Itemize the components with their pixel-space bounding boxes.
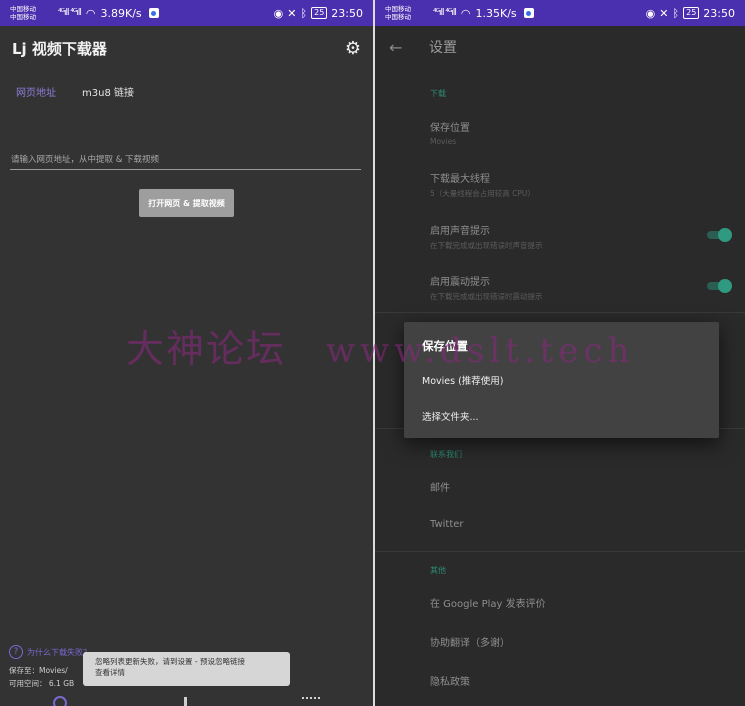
status-bar: 中国移动 中国移动 ⁴ᴳıll ⁴ᴳıll ◠ 1.35K/s ◉ ✕ ᛒ 25…	[375, 0, 745, 26]
pref-title: 下载最大线程	[430, 174, 490, 185]
pref-summary: 5（大量线程会占用较高 CPU）	[430, 189, 535, 198]
pref-email[interactable]: 邮件	[430, 479, 450, 494]
save-location-dialog: 保存位置 Movies (推荐使用) 选择文件夹...	[404, 322, 719, 438]
nav-help-icon[interactable]	[53, 696, 67, 706]
bluetooth-icon: ᛒ	[300, 6, 308, 20]
toast-line-1: 忽略列表更新失败，请到设置 - 预设忽略链接	[95, 657, 245, 666]
pref-summary: 在下载完成或出现错误时震动提示	[430, 292, 543, 301]
url-input[interactable]	[10, 150, 361, 170]
carrier-2: 中国移动	[10, 13, 36, 21]
signal-icon: ⁴ᴳıll ⁴ᴳıll	[433, 8, 457, 18]
back-arrow-icon[interactable]: ←	[389, 38, 429, 57]
app-bar: Lj 视频下载器 ⚙	[0, 26, 373, 70]
downloader-screen: 中国移动 中国移动 ⁴ᴳıll ⁴ᴳıll ◠ 3.89K/s ◉ ✕ ᛒ 25…	[0, 0, 373, 706]
pref-privacy-policy[interactable]: 隐私政策	[430, 673, 470, 688]
status-right: ◉ ✕ ᛒ 25 23:50	[274, 7, 363, 20]
tab-m3u8-link[interactable]: m3u8 链接	[76, 80, 140, 103]
carrier-info: 中国移动 中国移动	[385, 5, 429, 21]
pref-title: Twitter	[430, 519, 464, 530]
sound-toggle[interactable]	[707, 228, 732, 242]
notification-icon	[148, 8, 159, 18]
battery-icon: 25	[311, 7, 328, 19]
settings-title: 设置	[429, 40, 457, 56]
pref-title: 启用震动提示	[430, 277, 490, 288]
pref-translate[interactable]: 协助翻译（多谢）	[430, 634, 510, 649]
pref-title: 隐私政策	[430, 677, 470, 688]
battery-icon: 25	[683, 7, 700, 19]
save-path: 保存至：Movies/	[9, 666, 68, 675]
help-link-text: 为什么下载失败？	[27, 647, 91, 657]
pref-rate-google-play[interactable]: 在 Google Play 发表评价	[430, 595, 546, 610]
notification-icon	[523, 8, 534, 18]
carrier-1: 中国移动	[10, 5, 36, 13]
tab-web-address[interactable]: 网页地址	[10, 80, 62, 103]
pref-twitter[interactable]: Twitter	[430, 519, 464, 530]
dialog-title: 保存位置	[422, 339, 468, 353]
status-right: ◉ ✕ ᛒ 25 23:50	[646, 7, 735, 20]
help-link[interactable]: ? 为什么下载失败？	[9, 645, 91, 659]
wifi-icon: ◠	[460, 6, 471, 20]
pref-title: 保存位置	[430, 123, 470, 134]
app-title: Lj 视频下载器	[12, 39, 107, 58]
toast-line-2: 查看详情	[95, 668, 125, 677]
eye-icon: ◉	[645, 6, 656, 20]
pref-summary: 在下载完成或出现错误时声音提示	[430, 241, 543, 250]
gear-icon[interactable]: ⚙	[345, 38, 361, 59]
pref-max-threads[interactable]: 下载最大线程 5（大量线程会占用较高 CPU）	[430, 170, 535, 199]
pref-save-location[interactable]: 保存位置 Movies	[430, 119, 470, 146]
pref-title: 邮件	[430, 483, 450, 494]
section-contact: 联系我们	[430, 450, 462, 459]
pref-title: 在 Google Play 发表评价	[430, 599, 546, 610]
settings-app-bar: ← 设置	[375, 26, 745, 68]
network-speed: 1.35K/s	[475, 6, 517, 20]
time: 23:50	[703, 6, 735, 20]
eye-icon: ◉	[273, 6, 284, 20]
mute-icon: ✕	[659, 6, 669, 20]
nav-download-icon[interactable]	[184, 697, 187, 706]
option-movies[interactable]: Movies (推荐使用)	[422, 373, 504, 387]
pref-title: 启用声音提示	[430, 226, 490, 237]
pref-title: 协助翻译（多谢）	[430, 638, 510, 649]
section-download: 下载	[430, 89, 446, 98]
toast-message: 忽略列表更新失败，请到设置 - 预设忽略链接 查看详情	[83, 652, 290, 686]
settings-screen: 中国移动 中国移动 ⁴ᴳıll ⁴ᴳıll ◠ 1.35K/s ◉ ✕ ᛒ 25…	[375, 0, 745, 706]
carrier-1: 中国移动	[385, 5, 411, 13]
open-extract-button[interactable]: 打开网页 & 提取视频	[139, 189, 234, 217]
vibrate-toggle[interactable]	[707, 279, 732, 293]
bluetooth-icon: ᛒ	[672, 6, 680, 20]
network-speed: 3.89K/s	[100, 6, 142, 20]
carrier-info: 中国移动 中国移动	[10, 5, 54, 21]
option-choose-folder[interactable]: 选择文件夹...	[422, 409, 479, 423]
nav-list-icon[interactable]	[302, 697, 320, 703]
bottom-navigation	[0, 696, 373, 706]
pref-summary: Movies	[430, 137, 457, 146]
storage-info: 保存至：Movies/ 可用空间： 6.1 GB	[9, 664, 74, 690]
wifi-icon: ◠	[85, 6, 96, 20]
section-divider	[375, 312, 745, 313]
time: 23:50	[331, 6, 363, 20]
signal-icon: ⁴ᴳıll ⁴ᴳıll	[58, 8, 82, 18]
carrier-2: 中国移动	[385, 13, 411, 21]
question-icon: ?	[9, 645, 23, 659]
section-divider	[375, 551, 745, 552]
status-bar: 中国移动 中国移动 ⁴ᴳıll ⁴ᴳıll ◠ 3.89K/s ◉ ✕ ᛒ 25…	[0, 0, 373, 26]
pref-vibrate-alert[interactable]: 启用震动提示 在下载完成或出现错误时震动提示	[430, 273, 543, 302]
mute-icon: ✕	[287, 6, 297, 20]
free-space: 可用空间： 6.1 GB	[9, 679, 75, 688]
pref-sound-alert[interactable]: 启用声音提示 在下载完成或出现错误时声音提示	[430, 222, 543, 251]
source-tabs: 网页地址 m3u8 链接	[10, 80, 140, 103]
section-other: 其他	[430, 566, 446, 575]
